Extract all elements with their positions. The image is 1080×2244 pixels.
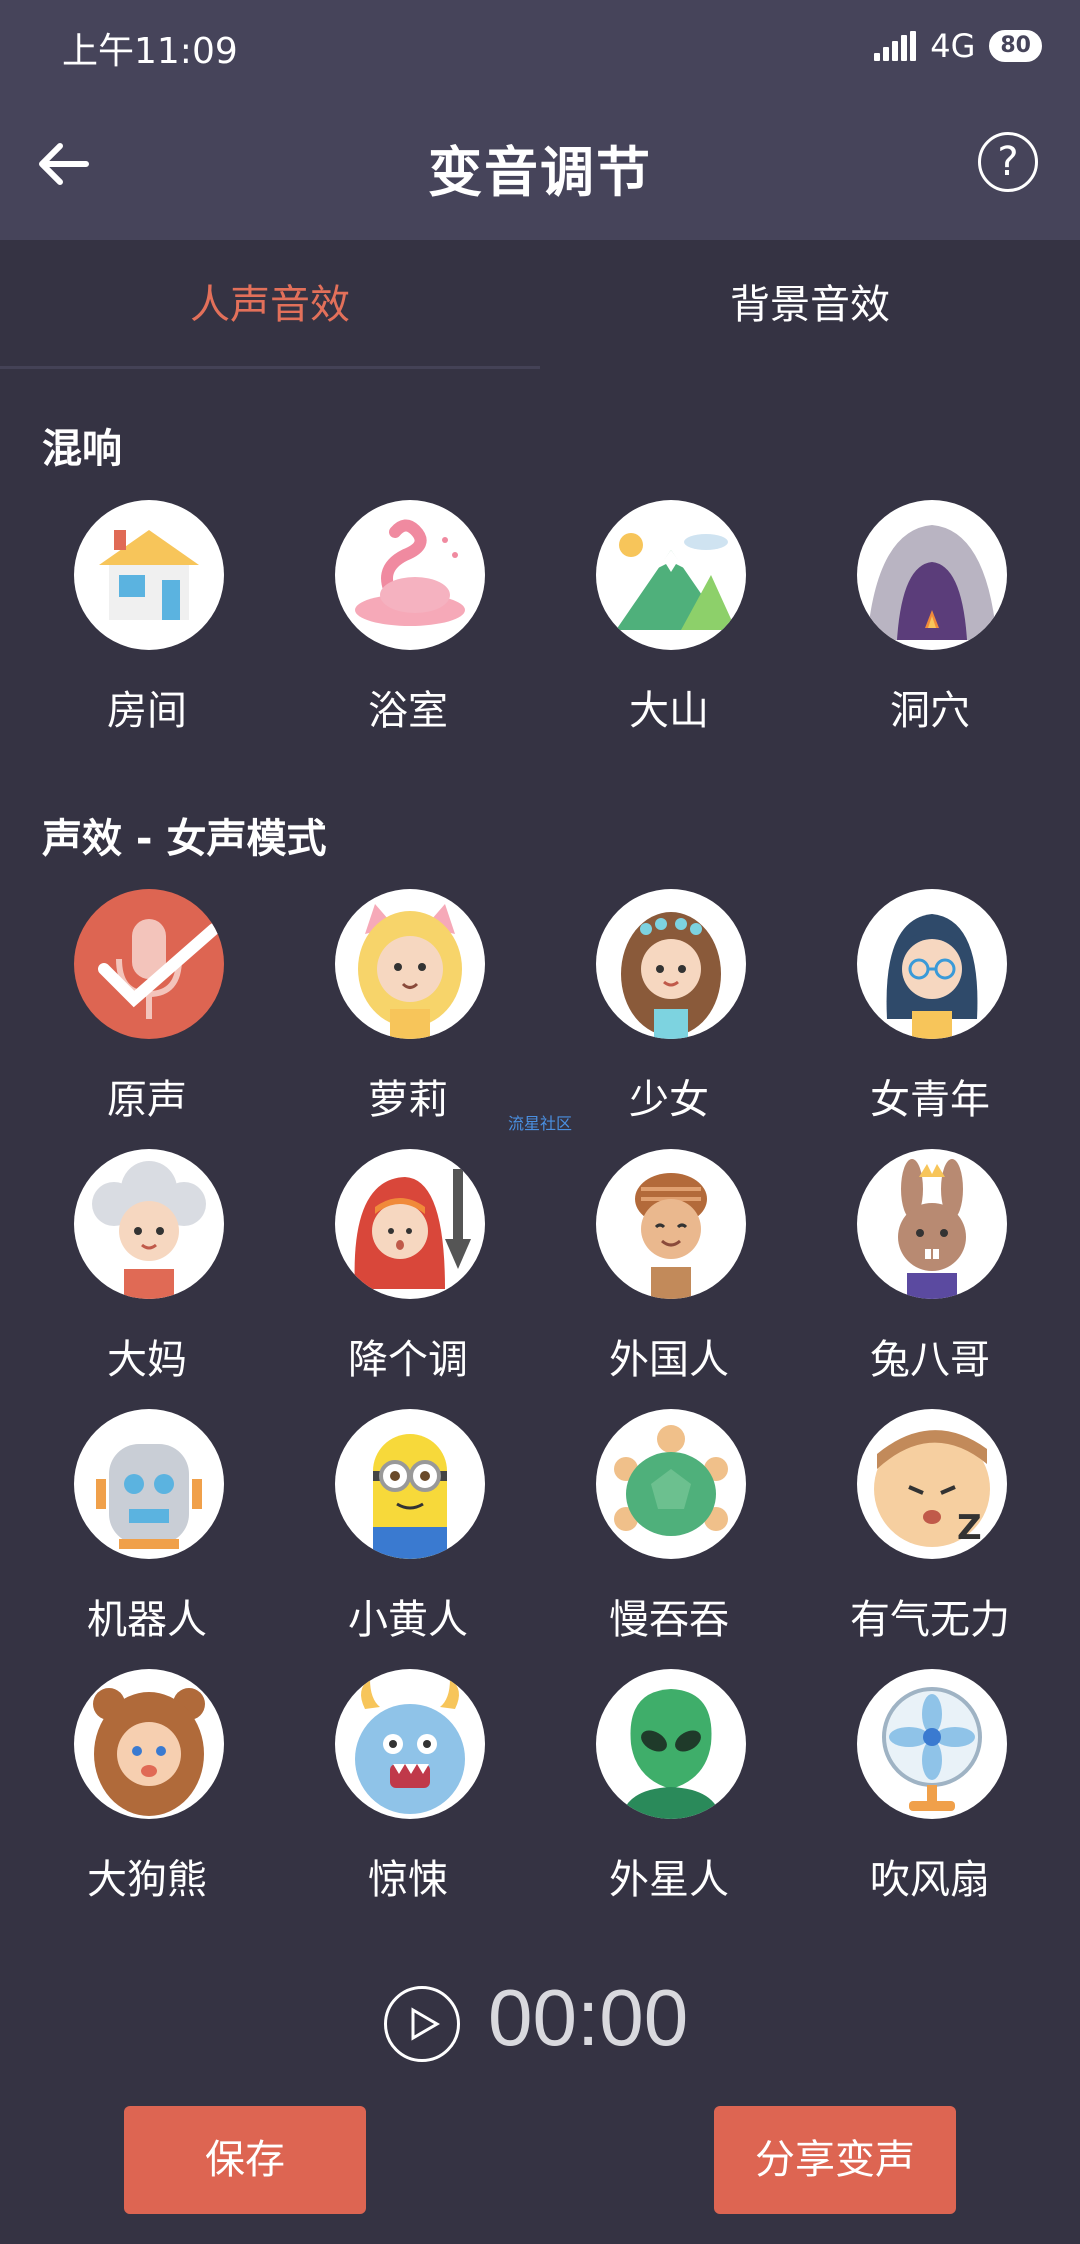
network-type: 4G <box>930 27 976 65</box>
tab-voice-effects[interactable]: 人声音效 <box>0 240 540 370</box>
effect-label: 萝莉 <box>368 1077 448 1123</box>
flamingo-icon <box>335 500 485 650</box>
play-icon <box>411 2007 440 2041</box>
page-title: 变音调节 <box>428 141 652 204</box>
effect-label: 女青年 <box>870 1077 990 1123</box>
status-icons: 4G 80 <box>874 24 1042 68</box>
effect-label: 外国人 <box>609 1337 729 1383</box>
effect-label: 有气无力 <box>850 1597 1010 1643</box>
effect-original[interactable]: 原声 <box>17 889 277 1123</box>
effect-label: 浴室 <box>368 688 448 734</box>
effect-loli[interactable]: 萝莉 <box>278 889 538 1123</box>
fan-icon <box>857 1669 1007 1819</box>
bunny-king-icon <box>857 1149 1007 1299</box>
effect-big-bear[interactable]: 大狗熊 <box>17 1669 277 1903</box>
effect-label: 外星人 <box>609 1857 729 1903</box>
tab-background-effects[interactable]: 背景音效 <box>540 240 1080 370</box>
minion-icon <box>335 1409 485 1559</box>
effect-pitch-down[interactable]: 降个调 <box>278 1149 538 1383</box>
signal-icon <box>874 31 917 61</box>
effect-thriller[interactable]: 惊悚 <box>278 1669 538 1903</box>
red-hood-arrow-down-icon <box>335 1149 485 1299</box>
effect-auntie[interactable]: 大妈 <box>17 1149 277 1383</box>
grandma-icon <box>74 1149 224 1299</box>
effect-weak[interactable]: Z 有气无力 <box>800 1409 1060 1643</box>
battery-icon: 80 <box>989 30 1042 62</box>
effect-bugs-bunny[interactable]: 兔八哥 <box>800 1149 1060 1383</box>
effect-label: 降个调 <box>348 1337 468 1383</box>
audio-player: 00:00 <box>0 1973 1080 2078</box>
effect-mountain[interactable]: 大山 <box>539 500 799 734</box>
effect-room[interactable]: 房间 <box>17 500 277 734</box>
save-button[interactable]: 保存 <box>124 2106 366 2214</box>
robot-icon <box>74 1409 224 1559</box>
effect-label: 大山 <box>629 688 709 734</box>
microphone-icon <box>74 889 224 1039</box>
effect-label: 原声 <box>107 1077 187 1123</box>
effect-young-woman[interactable]: 女青年 <box>800 889 1060 1123</box>
effect-label: 小黄人 <box>348 1597 468 1643</box>
monster-icon <box>335 1669 485 1819</box>
help-button[interactable]: ? <box>978 132 1038 192</box>
effect-cave[interactable]: 洞穴 <box>800 500 1060 734</box>
foreigner-icon <box>596 1149 746 1299</box>
effect-minion[interactable]: 小黄人 <box>278 1409 538 1643</box>
turtle-icon <box>596 1409 746 1559</box>
status-bar: 上午11:09 4G 80 <box>0 0 1080 90</box>
effect-label: 洞穴 <box>890 688 970 734</box>
effect-label: 机器人 <box>87 1597 207 1643</box>
effect-label: 惊悚 <box>368 1857 448 1903</box>
status-time: 上午11:09 <box>62 31 238 72</box>
effect-alien[interactable]: 外星人 <box>539 1669 799 1903</box>
effect-label: 房间 <box>107 688 187 734</box>
young-woman-glasses-icon <box>857 889 1007 1039</box>
effect-fan[interactable]: 吹风扇 <box>800 1669 1060 1903</box>
sleepy-face-icon: Z <box>857 1409 1007 1559</box>
cat-girl-icon <box>335 889 485 1039</box>
effect-label: 大妈 <box>107 1337 187 1383</box>
house-icon <box>74 500 224 650</box>
share-voice-button[interactable]: 分享变声 <box>714 2106 956 2214</box>
effect-label: 少女 <box>629 1077 709 1123</box>
watermark: 流星社区 <box>508 1114 573 1133</box>
effect-girl[interactable]: 少女 <box>539 889 799 1123</box>
section-title-female-effects: 声效 - 女声模式 <box>42 816 327 862</box>
alien-icon <box>596 1669 746 1819</box>
effect-slow[interactable]: 慢吞吞 <box>539 1409 799 1643</box>
app-bar: 变音调节 ? <box>0 90 1080 240</box>
effect-bathroom[interactable]: 浴室 <box>278 500 538 734</box>
effect-label: 吹风扇 <box>870 1857 990 1903</box>
effect-foreigner[interactable]: 外国人 <box>539 1149 799 1383</box>
mountain-icon <box>596 500 746 650</box>
cave-icon <box>857 500 1007 650</box>
effect-label: 兔八哥 <box>870 1337 990 1383</box>
effect-label: 大狗熊 <box>87 1857 207 1903</box>
girl-flower-crown-icon <box>596 889 746 1039</box>
tab-divider <box>0 366 540 369</box>
playback-timer: 00:00 <box>488 1973 689 2062</box>
tab-bar: 人声音效 背景音效 <box>0 240 1080 370</box>
effect-label: 慢吞吞 <box>609 1597 729 1643</box>
play-button[interactable] <box>384 1986 460 2062</box>
section-title-reverb: 混响 <box>42 426 122 472</box>
effect-robot[interactable]: 机器人 <box>17 1409 277 1643</box>
bear-costume-icon <box>74 1669 224 1819</box>
question-circle-icon: ? <box>997 139 1019 185</box>
svg-text:Z: Z <box>957 1508 982 1548</box>
